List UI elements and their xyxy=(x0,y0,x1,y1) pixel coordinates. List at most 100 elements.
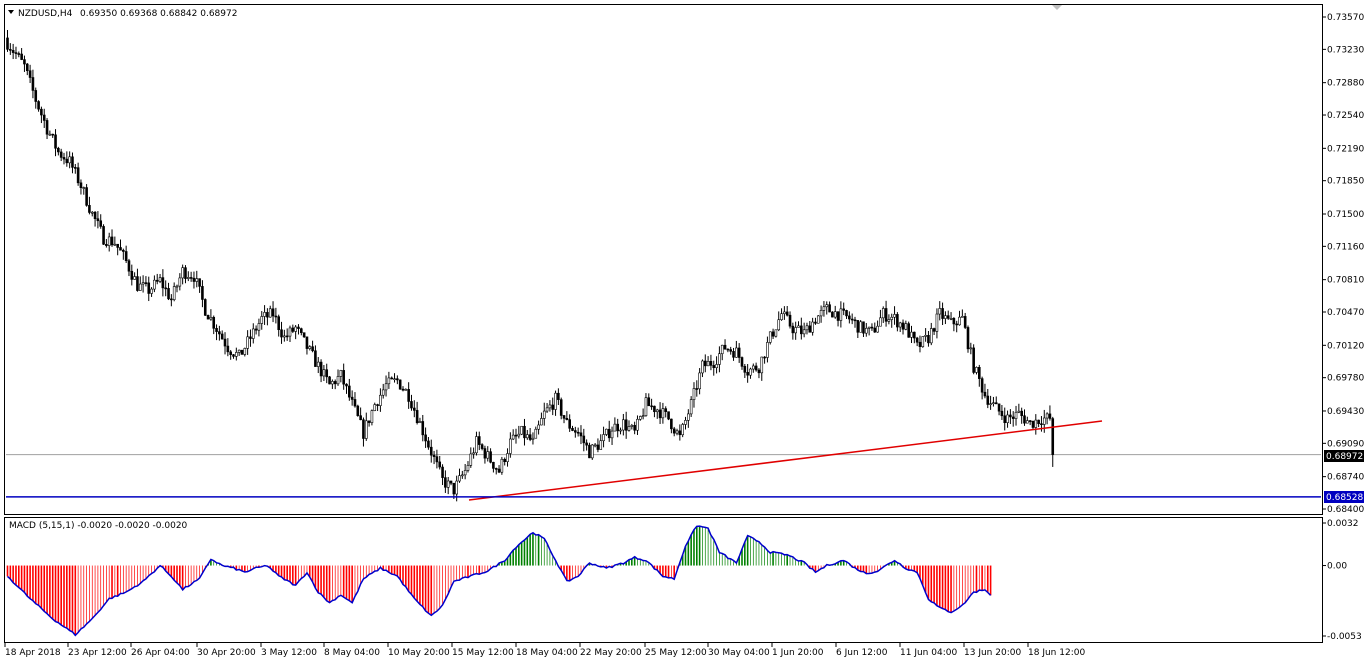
macd-label: MACD (5,15,1) -0.0020 -0.0020 -0.0020 xyxy=(9,521,188,531)
candle-body xyxy=(548,404,552,409)
candle-body xyxy=(729,349,733,352)
candle-body xyxy=(797,325,800,328)
candle-body xyxy=(198,278,201,287)
candle-body xyxy=(319,361,323,377)
candle-body xyxy=(884,308,888,322)
candle-body xyxy=(421,421,425,436)
candle-body xyxy=(825,304,829,308)
time-tick-label: 30 May 04:00 xyxy=(708,648,770,658)
candle-body xyxy=(390,377,394,380)
candle-body xyxy=(983,391,987,397)
price-tick-label: 0.71850 xyxy=(1327,177,1364,187)
candle-body xyxy=(740,357,744,367)
candle-body xyxy=(170,298,173,301)
candle-body xyxy=(229,351,232,355)
candle-body xyxy=(602,434,605,442)
candle-body xyxy=(175,285,179,288)
candle-body xyxy=(913,331,916,339)
candle-body xyxy=(944,315,947,319)
candle xyxy=(859,320,862,333)
candle-body xyxy=(127,260,131,272)
candle-body xyxy=(641,415,645,417)
candle-body xyxy=(429,446,433,456)
candle-body xyxy=(31,77,35,91)
candle-body xyxy=(232,354,235,357)
candle-body xyxy=(845,310,848,317)
candle-body xyxy=(469,453,473,466)
candle-body xyxy=(1051,418,1055,455)
candle-body xyxy=(105,244,108,246)
candle-body xyxy=(768,331,772,343)
candle-body xyxy=(783,311,786,315)
candle-body xyxy=(927,334,930,344)
candle-body xyxy=(836,311,840,321)
candle-body xyxy=(254,328,258,331)
candle-body xyxy=(480,444,484,449)
candle-body xyxy=(709,361,713,366)
candle-body xyxy=(1023,415,1026,424)
candle-body xyxy=(59,151,63,158)
candle-body xyxy=(653,405,656,413)
candle-body xyxy=(540,418,543,426)
candle-body xyxy=(873,327,877,333)
candle-body xyxy=(650,405,653,408)
price-tick-label: 0.69090 xyxy=(1327,439,1364,449)
candle-body xyxy=(243,348,247,355)
time-tick-label: 1 Jun 20:00 xyxy=(772,648,824,658)
candle-body xyxy=(288,327,292,337)
candle-body xyxy=(681,424,684,436)
candle xyxy=(500,456,504,475)
candle-body xyxy=(562,415,566,419)
time-tick-label: 11 Jun 04:00 xyxy=(900,648,957,658)
candle-body xyxy=(881,308,885,319)
candle-body xyxy=(808,325,812,333)
price-panel[interactable] xyxy=(4,4,1323,515)
macd-panel[interactable] xyxy=(4,517,1323,643)
candle-body xyxy=(1026,420,1029,424)
candle-body xyxy=(850,318,854,321)
price-scale[interactable]: 0.73570 0.73230 0.72880 0.72540 0.72190 0.718… xyxy=(1322,13,1364,515)
candle-body xyxy=(992,402,995,405)
candle-body xyxy=(678,430,682,436)
time-tick-label: 18 Jun 12:00 xyxy=(1028,648,1085,658)
candle xyxy=(667,411,670,421)
candle-body xyxy=(791,325,795,334)
candle-body xyxy=(1014,411,1018,419)
candle-body xyxy=(325,369,329,378)
candle-body xyxy=(607,428,611,439)
candle-body xyxy=(314,350,317,367)
candle-body xyxy=(525,434,529,439)
candle-body xyxy=(672,428,676,434)
candle-body xyxy=(935,313,939,332)
time-tick-label: 3 May 12:00 xyxy=(261,648,317,658)
candle-body xyxy=(918,341,922,347)
candle-body xyxy=(461,474,464,477)
time-scale[interactable]: 18 Apr 2018 23 Apr 12:00 26 Apr 04:00 30 Ap… xyxy=(4,643,1085,658)
candle-body xyxy=(924,334,927,337)
candle-body xyxy=(687,413,690,421)
candle-body xyxy=(147,282,151,294)
candle-body xyxy=(898,322,902,328)
candle-body xyxy=(576,431,580,434)
candle-body xyxy=(859,321,862,333)
price-tick-label: 0.68740 xyxy=(1327,473,1364,483)
candle-body xyxy=(37,101,40,110)
price-tick-label: 0.73230 xyxy=(1327,45,1364,55)
candle-body xyxy=(941,308,944,319)
candle-body xyxy=(785,311,789,316)
candle-body xyxy=(119,247,122,251)
price-tick-label: 0.69430 xyxy=(1327,407,1364,417)
candle xyxy=(206,314,210,320)
candle-body xyxy=(949,318,953,320)
time-tick-label: 13 Jun 20:00 xyxy=(964,648,1021,658)
candle-body xyxy=(446,480,450,488)
candle-body xyxy=(689,399,693,415)
candle-body xyxy=(774,329,778,337)
candle-body xyxy=(76,167,80,184)
candle-body xyxy=(712,365,716,369)
candle-body xyxy=(99,220,103,227)
candle-body xyxy=(763,356,766,359)
candle-body xyxy=(910,331,913,338)
candle-body xyxy=(901,322,905,330)
candle-body xyxy=(856,320,860,333)
